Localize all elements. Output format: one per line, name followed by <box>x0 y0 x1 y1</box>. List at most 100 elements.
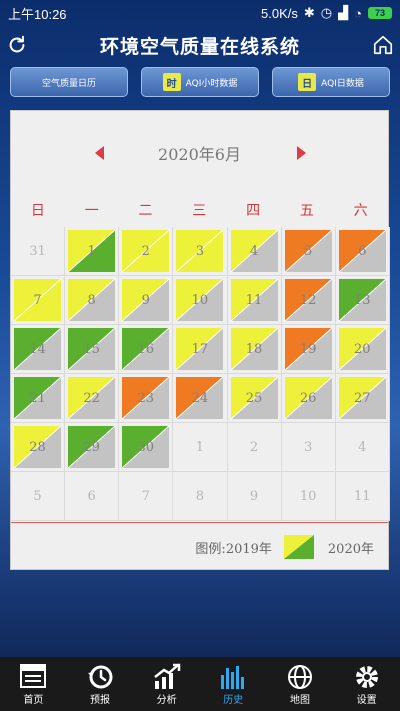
calendar-day[interactable]: 9 <box>119 276 174 325</box>
calendar-day[interactable]: 17 <box>173 325 228 374</box>
day-number: 5 <box>33 488 42 504</box>
calendar-day-outside: 1 <box>173 423 228 472</box>
prev-month-icon[interactable] <box>93 145 105 161</box>
calendar-day[interactable]: 29 <box>65 423 120 472</box>
month-header: 2020年6月 <box>11 111 388 195</box>
calendar-day-outside: 10 <box>281 472 336 521</box>
calendar-day[interactable]: 22 <box>65 374 120 423</box>
calendar-day[interactable]: 15 <box>65 325 120 374</box>
calendar-day[interactable]: 7 <box>11 276 66 325</box>
day-number: 24 <box>191 390 209 406</box>
home-icon[interactable] <box>372 34 394 56</box>
calendar-day-outside: 7 <box>119 472 174 521</box>
nav-home[interactable]: 首页 <box>0 663 66 706</box>
calendar-day[interactable]: 10 <box>173 276 228 325</box>
calendar-day[interactable]: 25 <box>227 374 282 423</box>
day-number: 4 <box>249 243 259 259</box>
status-bar: 上午10:26 5.0K/s ✱ ◷ ▟ ◔ 73 <box>0 0 400 26</box>
calendar-day[interactable]: 28 <box>11 423 66 472</box>
signal-icon: ▟ <box>338 5 349 20</box>
next-month-icon[interactable] <box>296 145 308 161</box>
day-number: 4 <box>358 439 367 455</box>
calendar-day[interactable]: 8 <box>65 276 120 325</box>
day-number: 17 <box>191 341 209 357</box>
day-number: 22 <box>83 390 100 406</box>
weekday-label: 六 <box>353 203 368 219</box>
day-number: 25 <box>245 390 263 406</box>
day-number: 10 <box>299 488 317 504</box>
legend-swatch-icon <box>283 535 314 559</box>
tab-aqi-hourly[interactable]: 时 AQI小时数据 <box>141 67 259 97</box>
calendar-day[interactable]: 19 <box>281 325 336 374</box>
alarm-icon: ◷ <box>320 5 333 20</box>
day-number: 8 <box>195 488 205 504</box>
calendar-card: 2020年6月 日 一 二 三 四 五 六 31 1 2 3 4 5 6 7 8 9 10 11 12 1… <box>10 110 390 570</box>
day-number: 10 <box>191 292 209 308</box>
calendar-day[interactable]: 16 <box>119 325 174 374</box>
calendar-day[interactable]: 30 <box>119 423 174 472</box>
status-time: 上午10:26 <box>8 6 67 22</box>
gear-icon <box>355 665 378 688</box>
nav-map[interactable]: 地图 <box>267 663 333 706</box>
day-number: 7 <box>141 488 150 504</box>
title-bar: 环境空气质量在线系统 <box>0 26 400 64</box>
day-number: 19 <box>299 341 317 357</box>
legend-year-2020: 2020年 <box>327 541 374 557</box>
day-number: 26 <box>299 390 317 406</box>
calendar-day-outside: 5 <box>11 472 66 521</box>
calendar-day[interactable]: 18 <box>227 325 282 374</box>
day-number: 8 <box>87 292 96 308</box>
calendar-day[interactable]: 1 <box>65 227 120 276</box>
day-number: 7 <box>33 292 42 308</box>
calendar-day[interactable]: 26 <box>281 374 336 423</box>
calendar-day[interactable]: 2 <box>119 227 174 276</box>
page-title: 环境空气质量在线系统 <box>99 35 300 58</box>
calendar-day[interactable]: 4 <box>227 227 282 276</box>
calendar-day-outside: 9 <box>227 472 282 521</box>
calendar-day[interactable]: 23 <box>119 374 174 423</box>
day-number: 23 <box>137 390 155 406</box>
calendar-grid: 31 1 2 3 4 5 6 7 8 9 10 11 12 13 14 15 16 17 18 19 20 21 22 23 2… <box>11 227 390 521</box>
network-speed: 5.0K/s <box>261 5 298 21</box>
day-number: 11 <box>245 292 263 308</box>
calendar-day[interactable]: 21 <box>11 374 66 423</box>
analysis-icon <box>153 663 180 689</box>
tab-air-quality-calendar[interactable]: 空气质量日历 <box>10 67 128 97</box>
tab-label: AQI小时数据 <box>185 78 238 89</box>
day-number: 29 <box>83 439 100 455</box>
calendar-day[interactable]: 14 <box>11 325 66 374</box>
day-number: 9 <box>141 292 150 308</box>
tab-bar: 空气质量日历 时 AQI小时数据 日 AQI日数据 <box>10 67 390 97</box>
calendar-day[interactable]: 24 <box>173 374 228 423</box>
day-number: 3 <box>304 439 313 455</box>
battery-icon: 73 <box>368 7 392 19</box>
tab-aqi-daily[interactable]: 日 AQI日数据 <box>272 67 390 97</box>
day-number: 21 <box>29 390 46 406</box>
calendar-day-outside: 2 <box>227 423 282 472</box>
nav-analysis[interactable]: 分析 <box>134 663 200 706</box>
nav-label: 地图 <box>289 694 310 706</box>
day-number: 20 <box>354 341 371 357</box>
calendar-day-outside: 4 <box>335 423 390 472</box>
calendar-day[interactable]: 3 <box>173 227 228 276</box>
day-number: 27 <box>354 390 371 406</box>
day-number: 2 <box>249 439 259 455</box>
day-number: 14 <box>29 341 46 357</box>
calendar-day[interactable]: 11 <box>227 276 282 325</box>
day-number: 31 <box>29 243 46 259</box>
calendar-day[interactable]: 6 <box>335 227 390 276</box>
history-icon <box>221 665 245 689</box>
nav-forecast[interactable]: 预报 <box>67 663 133 706</box>
calendar-day[interactable]: 27 <box>335 374 390 423</box>
nav-history[interactable]: 历史 <box>200 663 266 706</box>
nav-label: 预报 <box>89 694 110 706</box>
calendar-day-outside: 8 <box>173 472 228 521</box>
day-number: 1 <box>195 439 205 455</box>
calendar-day[interactable]: 20 <box>335 325 390 374</box>
refresh-icon[interactable] <box>6 34 28 56</box>
calendar-day[interactable]: 13 <box>335 276 390 325</box>
calendar-day[interactable]: 12 <box>281 276 336 325</box>
nav-settings[interactable]: 设置 <box>334 663 400 706</box>
bottom-nav: 首页 预报 分析 历史 地图 设置 <box>0 657 400 711</box>
calendar-day[interactable]: 5 <box>281 227 336 276</box>
